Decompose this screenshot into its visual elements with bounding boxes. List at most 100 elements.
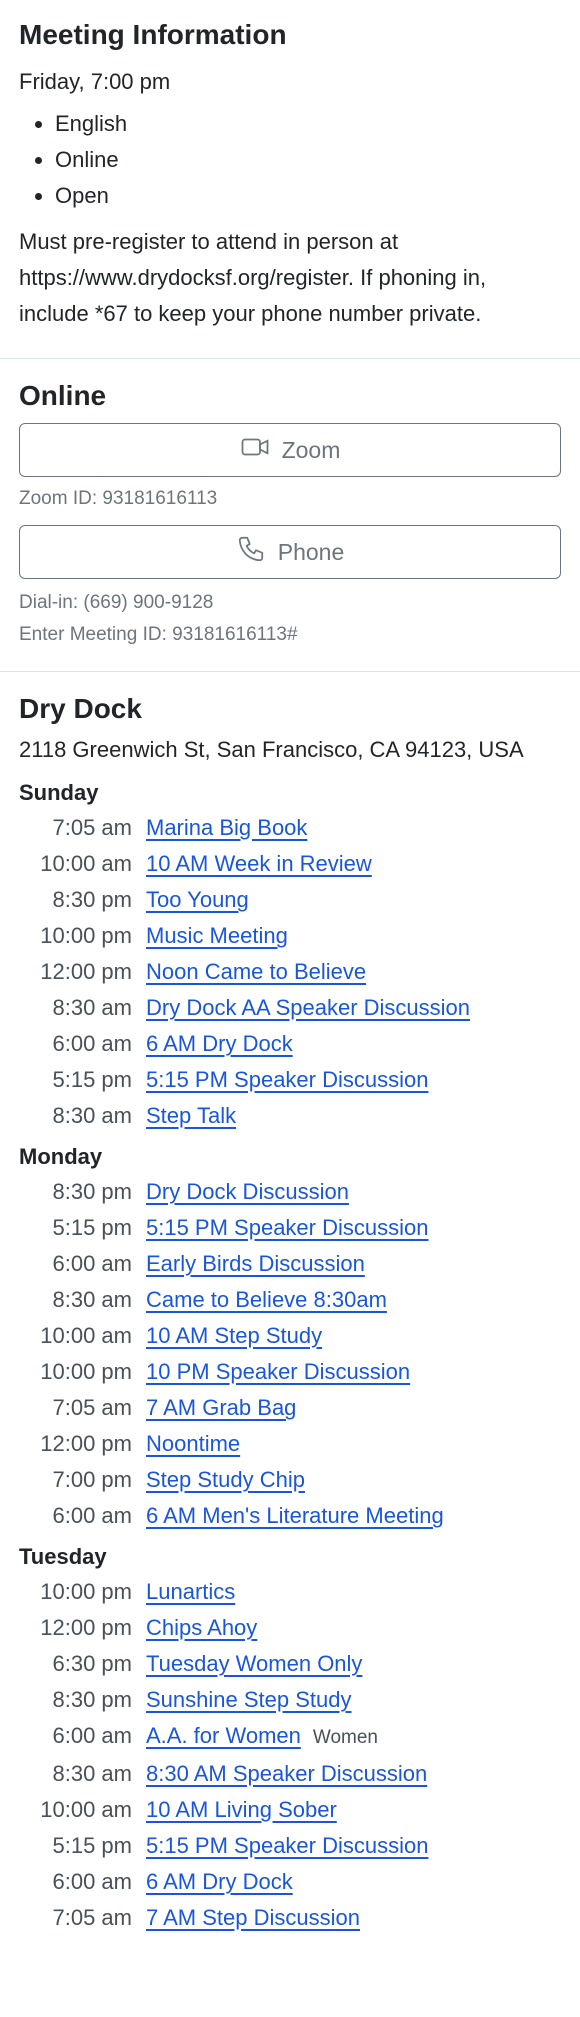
meeting-time: 10:00 pm (40, 923, 132, 948)
location-section: Dry Dock 2118 Greenwich St, San Francisc… (0, 672, 580, 1968)
meeting-time: 7:05 am (52, 815, 133, 840)
meeting-time: 8:30 am (52, 1287, 133, 1312)
meeting-row: 6:00 am 6 AM Dry Dock (19, 1026, 561, 1062)
meeting-row: 7:05 am 7 AM Step Discussion (19, 1900, 561, 1936)
meeting-time: 6:00 am (52, 1869, 133, 1894)
meeting-type: Open (55, 178, 561, 214)
meeting-row: 6:00 am Early Birds Discussion (19, 1246, 561, 1282)
meeting-list: 10:00 pm Lunartics 12:00 pm Chips Ahoy 6:30 … (19, 1574, 561, 1936)
meeting-time: 6:00 am (52, 1251, 133, 1276)
meeting-link[interactable]: Came to Believe 8:30am (146, 1282, 387, 1318)
meeting-link[interactable]: Tuesday Women Only (146, 1646, 362, 1682)
zoom-button[interactable]: Zoom (19, 423, 561, 477)
meeting-row: 8:30 pm Too Young (19, 882, 561, 918)
meeting-time: 8:30 am (52, 995, 133, 1020)
meeting-row: 10:00 pm Lunartics (19, 1574, 561, 1610)
meeting-type: Online (55, 142, 561, 178)
meeting-link[interactable]: 5:15 PM Speaker Discussion (146, 1062, 428, 1098)
meeting-time: 8:30 pm (52, 1687, 133, 1712)
day-heading: Sunday (19, 780, 99, 805)
phone-button-label: Phone (277, 538, 345, 565)
meeting-link[interactable]: 8:30 AM Speaker Discussion (146, 1756, 427, 1792)
meeting-link[interactable]: 10 PM Speaker Discussion (146, 1354, 410, 1390)
dial-in-number: Dial-in: (669) 900-9128 (19, 592, 214, 613)
phone-button[interactable]: Phone (19, 525, 561, 579)
meeting-time: 8:30 pm (52, 1179, 133, 1204)
meeting-time: 6:30 pm (52, 1651, 133, 1676)
meeting-link[interactable]: 5:15 PM Speaker Discussion (146, 1828, 428, 1864)
day-heading: Monday (19, 1144, 103, 1169)
meeting-link[interactable]: 10 AM Step Study (146, 1318, 322, 1354)
phone-icon (236, 534, 266, 570)
meeting-time: 10:00 am (40, 851, 132, 876)
meeting-link[interactable]: Too Young (146, 882, 249, 918)
meeting-link[interactable]: 7 AM Grab Bag (146, 1390, 296, 1426)
meeting-link[interactable]: 10 AM Living Sober (146, 1792, 337, 1828)
meeting-time: 12:00 pm (40, 1615, 132, 1640)
meeting-link[interactable]: 10 AM Week in Review (146, 846, 372, 882)
meeting-link[interactable]: Early Birds Discussion (146, 1246, 365, 1282)
meeting-link[interactable]: Lunartics (146, 1574, 235, 1610)
meeting-time: 12:00 pm (40, 959, 132, 984)
meeting-time: 7:05 am (52, 1395, 133, 1420)
meeting-link[interactable]: Marina Big Book (146, 810, 307, 846)
meeting-id-instruction: Enter Meeting ID: 93181616113# (19, 624, 298, 645)
meeting-link[interactable]: Dry Dock Discussion (146, 1174, 349, 1210)
meeting-link[interactable]: Step Study Chip (146, 1462, 305, 1498)
meeting-row: 7:05 am 7 AM Grab Bag (19, 1390, 561, 1426)
online-section: Online Zoom Zoom ID: 93181616113 Phone D… (0, 359, 580, 672)
meeting-link[interactable]: Sunshine Step Study (146, 1682, 351, 1718)
meeting-time: 7:05 am (52, 1905, 133, 1930)
meeting-time: 6:00 am (52, 1503, 133, 1528)
meeting-row: 6:00 am 6 AM Men's Literature Meeting (19, 1498, 561, 1534)
meeting-link[interactable]: 5:15 PM Speaker Discussion (146, 1210, 428, 1246)
meeting-row: 7:05 am Marina Big Book (19, 810, 561, 846)
meeting-list: 7:05 am Marina Big Book 10:00 am 10 AM Week… (19, 810, 561, 1134)
meeting-row: 7:00 pm Step Study Chip (19, 1462, 561, 1498)
meeting-time: 7:00 pm (52, 1467, 133, 1492)
meeting-time: 5:15 pm (52, 1833, 133, 1858)
meeting-link[interactable]: Step Talk (146, 1098, 236, 1134)
zoom-button-label: Zoom (281, 436, 341, 463)
zoom-id: Zoom ID: 93181616113 (19, 488, 218, 509)
meeting-link[interactable]: Noontime (146, 1426, 240, 1462)
meeting-link[interactable]: 6 AM Dry Dock (146, 1864, 293, 1900)
meeting-type-tag: Women (312, 1727, 378, 1748)
meeting-time: 10:00 am (40, 1323, 132, 1348)
meeting-row: 12:00 pm Chips Ahoy (19, 1610, 561, 1646)
meeting-time: 10:00 pm (40, 1579, 132, 1604)
meeting-time: 8:30 am (52, 1761, 133, 1786)
meeting-information-section: Meeting Information Friday, 7:00 pm Engl… (0, 0, 580, 359)
meeting-time: 5:15 pm (52, 1067, 133, 1092)
meeting-link[interactable]: 7 AM Step Discussion (146, 1900, 360, 1936)
meeting-day-time: Friday, 7:00 pm (19, 69, 171, 94)
meeting-row: 8:30 am Step Talk (19, 1098, 561, 1134)
meeting-time: 6:00 am (52, 1723, 133, 1748)
meeting-link[interactable]: Music Meeting (146, 918, 288, 954)
meeting-list: 8:30 pm Dry Dock Discussion 5:15 pm 5:15 PM… (19, 1174, 561, 1534)
meeting-row: 10:00 pm Music Meeting (19, 918, 561, 954)
section-title: Meeting Information (19, 19, 287, 50)
meeting-type: English (55, 106, 561, 142)
meeting-link[interactable]: 6 AM Dry Dock (146, 1026, 293, 1062)
day-heading: Tuesday (19, 1544, 107, 1569)
meeting-row: 10:00 pm 10 PM Speaker Discussion (19, 1354, 561, 1390)
meeting-link[interactable]: Noon Came to Believe (146, 954, 366, 990)
meeting-time: 8:30 pm (52, 887, 133, 912)
meeting-time: 6:00 am (52, 1031, 133, 1056)
meeting-row: 5:15 pm 5:15 PM Speaker Discussion (19, 1062, 561, 1098)
meeting-row: 12:00 pm Noontime (19, 1426, 561, 1462)
meeting-link[interactable]: Dry Dock AA Speaker Discussion (146, 990, 470, 1026)
meeting-row: 6:00 am 6 AM Dry Dock (19, 1864, 561, 1900)
meeting-time: 12:00 pm (40, 1431, 132, 1456)
meeting-row: 12:00 pm Noon Came to Believe (19, 954, 561, 990)
meeting-link[interactable]: A.A. for Women (146, 1718, 301, 1754)
meeting-link[interactable]: Chips Ahoy (146, 1610, 257, 1646)
meeting-notes: Must pre-register to attend in person at… (19, 229, 487, 326)
location-address: 2118 Greenwich St, San Francisco, CA 941… (19, 737, 524, 762)
video-camera-icon (240, 432, 270, 468)
meeting-row: 6:00 am A.A. for Women Women (19, 1718, 561, 1756)
meeting-row: 8:30 am 8:30 AM Speaker Discussion (19, 1756, 561, 1792)
meeting-link[interactable]: 6 AM Men's Literature Meeting (146, 1498, 444, 1534)
meeting-row: 10:00 am 10 AM Week in Review (19, 846, 561, 882)
